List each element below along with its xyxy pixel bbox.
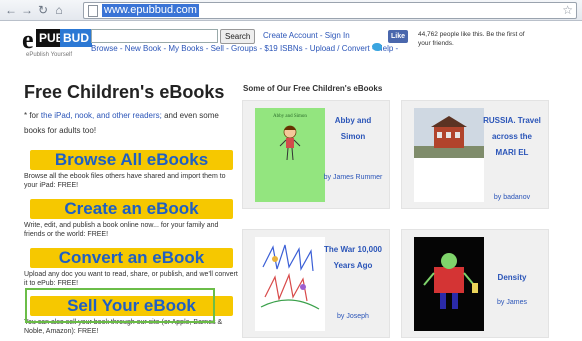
- subtitle-readers-link[interactable]: the iPad, nook, and other readers;: [41, 111, 162, 120]
- search-button[interactable]: Search: [220, 29, 256, 44]
- book-card-density[interactable]: Density by James: [401, 229, 549, 338]
- abby-cover-title: Abby and Simon: [273, 114, 307, 119]
- page-title: Free Children's eBooks: [24, 82, 225, 102]
- bookmark-star-icon[interactable]: ☆: [562, 3, 573, 17]
- convert-ebook-desc: Upload any doc you want to read, share, …: [24, 271, 238, 287]
- home-icon[interactable]: ⌂: [52, 3, 66, 17]
- nav-links[interactable]: Browse - New Book - My Books - Sell - Gr…: [91, 44, 398, 53]
- epubbud-logo[interactable]: e PUB BUD ePublish Yourself: [22, 25, 92, 63]
- facebook-like-count: 44,762 people like this. Be the first of…: [418, 31, 525, 47]
- book-cover-russia[interactable]: [414, 108, 484, 202]
- back-icon[interactable]: ←: [4, 3, 18, 17]
- book-card-abby-simon[interactable]: Abby and Simon Abby and Simon by James R…: [242, 100, 390, 209]
- book-author-abby-simon[interactable]: by James Rummer: [322, 173, 384, 182]
- selection-highlight: [25, 288, 215, 323]
- subtitle-start: * for: [24, 111, 41, 120]
- convert-ebook-button[interactable]: Convert an eBook: [30, 248, 233, 268]
- browse-ebooks-desc: Browse all the ebook files others have s…: [24, 173, 226, 189]
- fb-like-label: Like: [391, 33, 406, 40]
- reload-icon[interactable]: ↻: [36, 3, 50, 17]
- facebook-like-button[interactable]: Like: [388, 30, 409, 43]
- book-cover-density[interactable]: [414, 237, 484, 331]
- account-links[interactable]: Create Account - Sign In: [263, 31, 350, 40]
- book-title-war[interactable]: The War 10,000 Years Ago: [322, 242, 384, 274]
- book-author-russia[interactable]: by badanov: [481, 193, 543, 202]
- logo-bud: BUD: [60, 29, 92, 47]
- book-title-abby-simon[interactable]: Abby and Simon: [322, 113, 384, 145]
- book-cover-abby-simon[interactable]: Abby and Simon: [255, 108, 325, 202]
- twitter-icon[interactable]: [372, 43, 382, 51]
- url-text[interactable]: www.epubbud.com: [102, 4, 199, 17]
- browser-toolbar: ← → ↻ ⌂ www.epubbud.com ☆: [0, 0, 582, 21]
- book-title-density[interactable]: Density: [481, 270, 543, 286]
- book-card-war[interactable]: The War 10,000 Years Ago by Joseph: [242, 229, 390, 338]
- page-icon: [88, 5, 98, 17]
- page-subtitle: * for the iPad, nook, and other readers;…: [24, 108, 239, 138]
- logo-e: e: [22, 25, 34, 54]
- book-card-russia[interactable]: RUSSIA. Travel across the MARI EL by bad…: [401, 100, 549, 209]
- logo-tagline: ePublish Yourself: [26, 52, 73, 58]
- create-ebook-desc: Write, edit, and publish a book online n…: [24, 222, 219, 238]
- address-bar[interactable]: www.epubbud.com ☆: [83, 2, 577, 19]
- book-author-density[interactable]: by James: [481, 298, 543, 307]
- featured-title: Some of Our Free Children's eBooks: [243, 84, 383, 93]
- book-author-war[interactable]: by Joseph: [322, 312, 384, 321]
- book-title-russia[interactable]: RUSSIA. Travel across the MARI EL: [481, 113, 543, 161]
- search-input[interactable]: [91, 29, 218, 43]
- forward-icon[interactable]: →: [20, 3, 34, 17]
- browse-ebooks-button[interactable]: Browse All eBooks: [30, 150, 233, 170]
- book-cover-war[interactable]: [255, 237, 325, 331]
- create-ebook-button[interactable]: Create an eBook: [30, 199, 233, 219]
